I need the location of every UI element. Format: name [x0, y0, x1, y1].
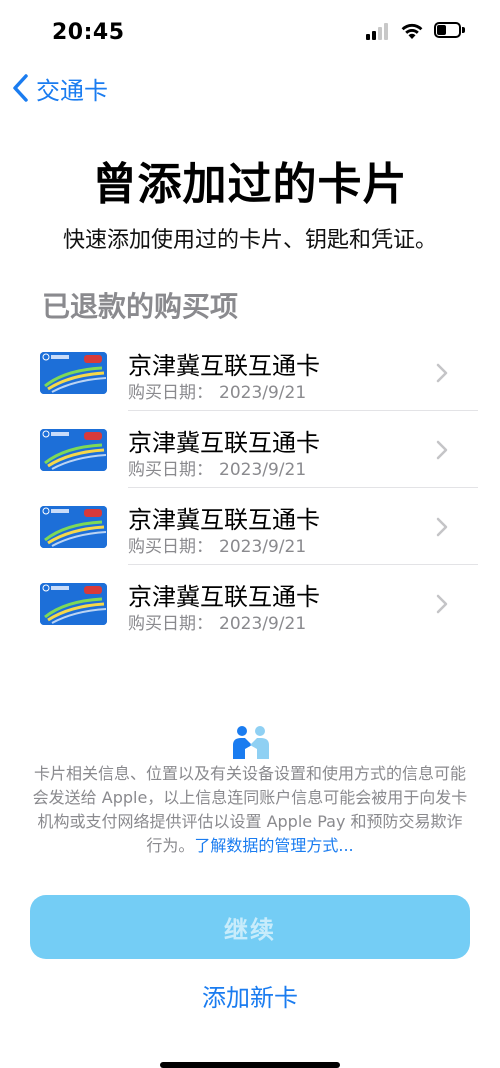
section-header: 已退款的购买项: [42, 290, 239, 323]
card-date-label: 购买日期：: [128, 537, 213, 557]
status-icons: [366, 22, 466, 40]
transit-card-image: [40, 429, 107, 471]
battery-icon: [434, 22, 466, 40]
card-purchase-date: 购买日期： 2023/9/21: [128, 455, 306, 480]
back-button-label: 交通卡: [36, 76, 108, 105]
cellular-signal-icon: [366, 22, 390, 40]
card-date-label: 购买日期：: [128, 614, 213, 634]
chevron-right-icon: [436, 363, 448, 383]
card-date-value: 2023/9/21: [219, 383, 307, 403]
continue-button[interactable]: 继续: [30, 895, 470, 959]
wifi-icon: [401, 23, 423, 39]
card-row[interactable]: 京津冀互联互通卡 购买日期： 2023/9/21: [0, 334, 500, 411]
card-row[interactable]: 京津冀互联互通卡 购买日期： 2023/9/21: [0, 488, 500, 565]
page-title: 曾添加过的卡片: [92, 159, 408, 210]
card-date-label: 购买日期：: [128, 383, 213, 403]
card-list: 京津冀互联互通卡 购买日期： 2023/9/21 京津冀互联互通卡 购买日期： 20…: [0, 334, 500, 642]
status-time: 20:45: [52, 20, 125, 45]
privacy-learn-more-link[interactable]: 了解数据的管理方式...: [194, 836, 353, 855]
add-new-card-button[interactable]: 添加新卡: [0, 978, 500, 1013]
chevron-left-icon: [13, 74, 28, 102]
home-indicator: [160, 1062, 340, 1068]
card-purchase-date: 购买日期： 2023/9/21: [128, 609, 306, 634]
card-date-value: 2023/9/21: [219, 614, 307, 634]
card-date-value: 2023/9/21: [219, 537, 307, 557]
card-date-value: 2023/9/21: [219, 460, 307, 480]
transit-card-image: [40, 583, 107, 625]
status-bar: 20:45: [0, 0, 500, 64]
transit-card-image: [40, 506, 107, 548]
page-subtitle: 快速添加使用过的卡片、钥匙和凭证。: [62, 228, 437, 253]
transit-card-image: [40, 352, 107, 394]
card-date-label: 购买日期：: [128, 460, 213, 480]
card-name: 京津冀互联互通卡: [128, 506, 320, 534]
card-name: 京津冀互联互通卡: [128, 429, 320, 457]
privacy-handshake-icon: [233, 726, 269, 759]
card-purchase-date: 购买日期： 2023/9/21: [128, 378, 306, 403]
back-button[interactable]: 交通卡: [12, 70, 108, 106]
chevron-right-icon: [436, 594, 448, 614]
chevron-right-icon: [436, 440, 448, 460]
card-row[interactable]: 京津冀互联互通卡 购买日期： 2023/9/21: [0, 565, 500, 642]
card-name: 京津冀互联互通卡: [128, 352, 320, 380]
privacy-notice: 卡片相关信息、位置以及有关设备设置和使用方式的信息可能会发送给 Apple，以上…: [30, 762, 470, 858]
card-row[interactable]: 京津冀互联互通卡 购买日期： 2023/9/21: [0, 411, 500, 488]
card-purchase-date: 购买日期： 2023/9/21: [128, 532, 306, 557]
card-name: 京津冀互联互通卡: [128, 583, 320, 611]
chevron-right-icon: [436, 517, 448, 537]
